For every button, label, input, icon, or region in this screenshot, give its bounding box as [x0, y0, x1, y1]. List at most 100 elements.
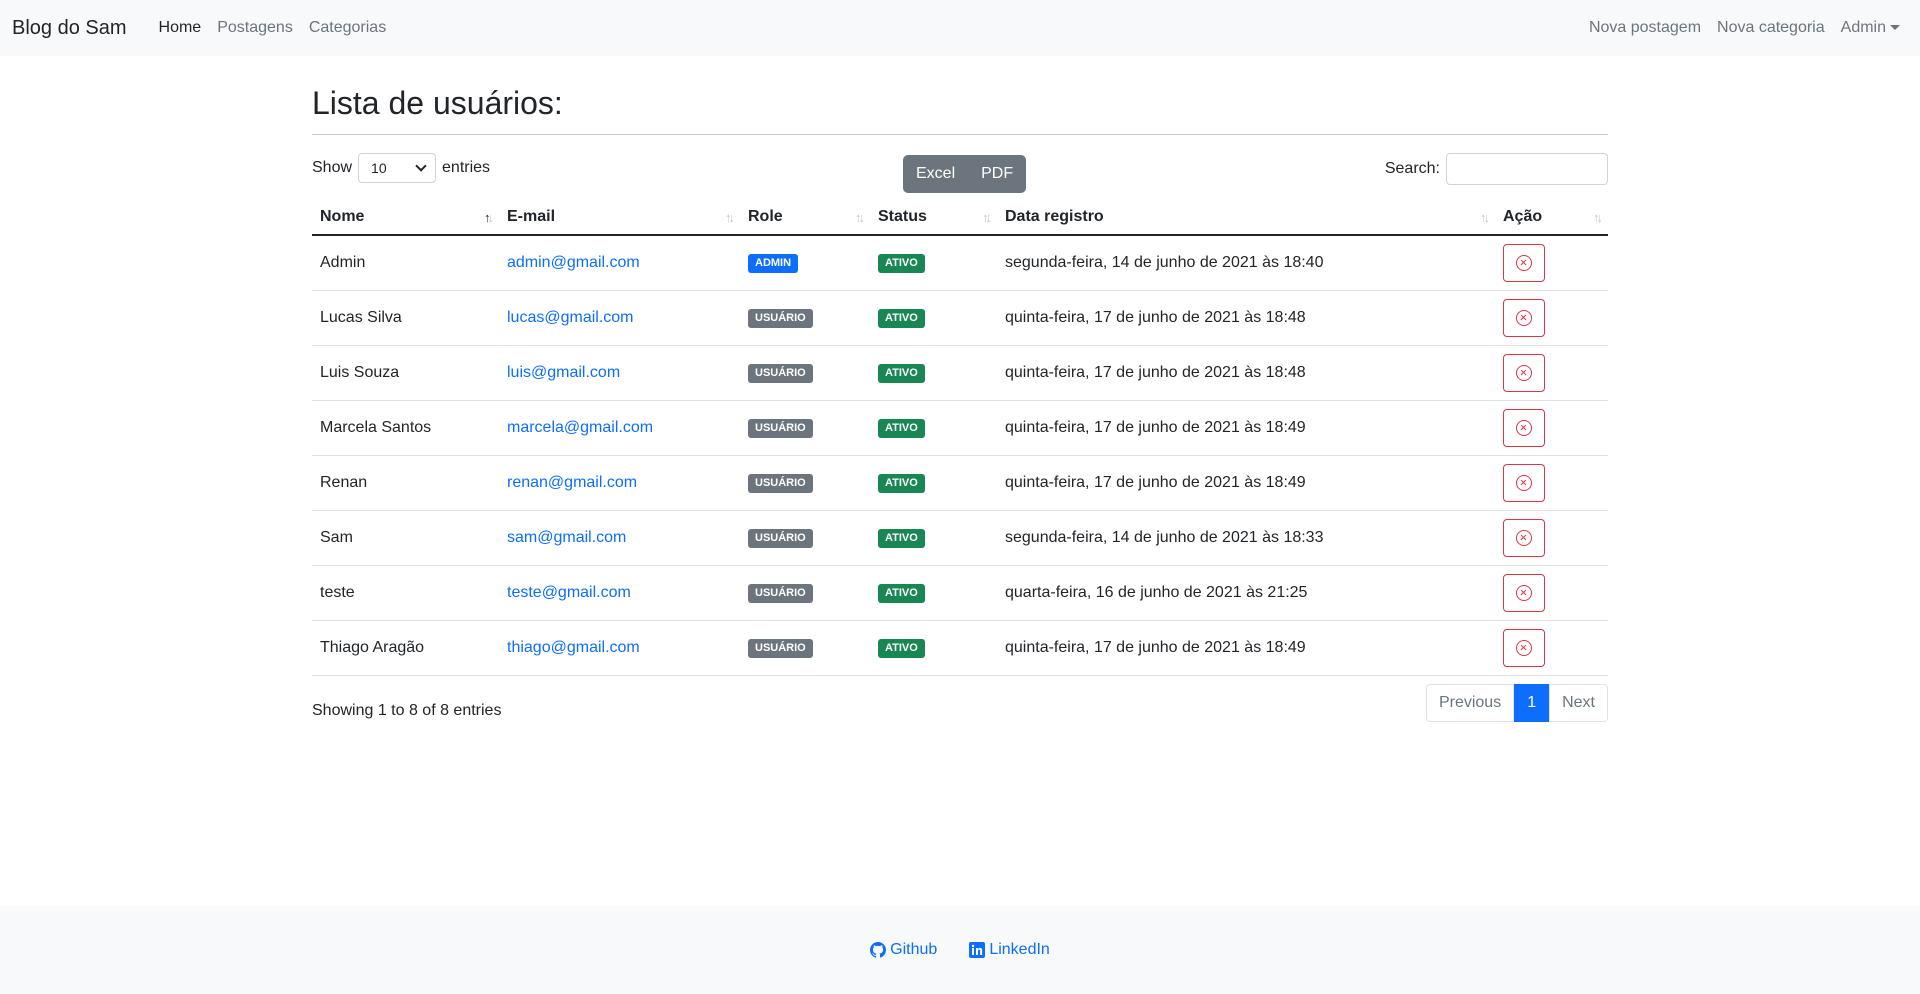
col-header-data[interactable]: Data registro ↑↓: [997, 199, 1495, 237]
previous-button[interactable]: Previous: [1425, 683, 1515, 722]
sort-icon: ↑↓: [982, 210, 992, 226]
admin-dropdown-label: Admin: [1840, 19, 1886, 36]
cell-email: marcela@gmail.com: [499, 400, 740, 456]
search-input[interactable]: [1446, 153, 1608, 186]
cell-role: USUÁRIO: [740, 455, 870, 511]
email-link[interactable]: marcela@gmail.com: [507, 419, 653, 436]
role-badge: USUÁRIO: [748, 473, 813, 493]
col-header-email[interactable]: E-mail ↑↓: [499, 199, 740, 237]
next-button[interactable]: Next: [1549, 683, 1608, 722]
col-header-role[interactable]: Role ↑↓: [740, 199, 870, 237]
delete-button[interactable]: [1503, 298, 1545, 337]
page-1-button[interactable]: 1: [1514, 683, 1550, 722]
linkedin-link[interactable]: LinkedIn: [969, 941, 1050, 959]
email-link[interactable]: luis@gmail.com: [507, 364, 620, 381]
cell-status: ATIVO: [870, 290, 997, 346]
nav-categorias[interactable]: Categorias: [301, 19, 394, 37]
cell-status: ATIVO: [870, 345, 997, 401]
cell-email: renan@gmail.com: [499, 455, 740, 511]
status-badge: ATIVO: [878, 473, 925, 493]
cell-acao: [1495, 565, 1608, 621]
cell-role: USUÁRIO: [740, 400, 870, 456]
role-badge: USUÁRIO: [748, 363, 813, 383]
delete-button[interactable]: [1503, 518, 1545, 557]
delete-button[interactable]: [1503, 463, 1545, 502]
table-footer: Showing 1 to 8 of 8 entries Previous 1 N…: [312, 676, 1608, 732]
table-header-row: Nome ↑↓ E-mail ↑↓ Role ↑↓ Status ↑↓ Data reg…: [312, 199, 1608, 237]
cell-nome: Admin: [312, 235, 499, 291]
x-circle-icon: [1516, 529, 1532, 546]
col-header-label: E-mail: [507, 207, 556, 225]
cell-acao: [1495, 510, 1608, 566]
brand-link[interactable]: Blog do Sam: [12, 17, 127, 40]
x-circle-icon: [1516, 584, 1532, 601]
cell-acao: [1495, 290, 1608, 346]
navbar: Blog do Sam Home Postagens Categorias No…: [0, 0, 1920, 56]
cell-data: quinta-feira, 17 de junho de 2021 às 18:…: [997, 620, 1495, 676]
nav-nova-postagem[interactable]: Nova postagem: [1581, 19, 1709, 37]
cell-role: USUÁRIO: [740, 510, 870, 566]
nav-postagens[interactable]: Postagens: [209, 19, 301, 37]
cell-status: ATIVO: [870, 620, 997, 676]
search: Search:: [1385, 153, 1608, 186]
github-link[interactable]: Github: [870, 941, 937, 959]
delete-button[interactable]: [1503, 244, 1545, 283]
cell-nome: Thiago Aragão: [312, 620, 499, 676]
delete-button[interactable]: [1503, 628, 1545, 667]
nav-right-links: Nova postagem Nova categoria Admin: [1581, 19, 1908, 37]
cell-data: quinta-feira, 17 de junho de 2021 às 18:…: [997, 345, 1495, 401]
table-row: teste teste@gmail.com USUÁRIO ATIVO quarta-f…: [312, 565, 1608, 621]
caret-down-icon: [1890, 25, 1900, 31]
cell-status: ATIVO: [870, 565, 997, 621]
cell-email: admin@gmail.com: [499, 235, 740, 291]
table-row: Lucas Silva lucas@gmail.com USUÁRIO ATIVO qu…: [312, 290, 1608, 346]
email-link[interactable]: admin@gmail.com: [507, 254, 640, 271]
cell-nome: Luis Souza: [312, 345, 499, 401]
delete-button[interactable]: [1503, 573, 1545, 612]
email-link[interactable]: renan@gmail.com: [507, 474, 637, 491]
x-circle-icon: [1516, 364, 1532, 381]
cell-email: luis@gmail.com: [499, 345, 740, 401]
col-header-label: Ação: [1503, 207, 1543, 225]
email-link[interactable]: sam@gmail.com: [507, 529, 626, 546]
status-badge: ATIVO: [878, 254, 925, 274]
cell-acao: [1495, 400, 1608, 456]
cell-acao: [1495, 455, 1608, 511]
pdf-button[interactable]: PDF: [968, 155, 1027, 194]
email-link[interactable]: lucas@gmail.com: [507, 309, 634, 326]
excel-button[interactable]: Excel: [903, 155, 969, 194]
cell-nome: Marcela Santos: [312, 400, 499, 456]
email-link[interactable]: thiago@gmail.com: [507, 639, 640, 656]
show-label: Show: [312, 159, 353, 177]
cell-data: segunda-feira, 14 de junho de 2021 às 18…: [997, 235, 1495, 291]
nav-nova-categoria[interactable]: Nova categoria: [1709, 19, 1833, 37]
entries-select[interactable]: 10: [358, 153, 437, 184]
github-link-label: Github: [890, 941, 938, 958]
admin-dropdown[interactable]: Admin: [1833, 19, 1908, 37]
linkedin-icon: [969, 942, 986, 958]
status-badge: ATIVO: [878, 583, 925, 603]
col-header-status[interactable]: Status ↑↓: [870, 199, 997, 237]
status-badge: ATIVO: [878, 308, 925, 328]
table-info: Showing 1 to 8 of 8 entries: [312, 701, 502, 719]
role-badge: ADMIN: [748, 254, 799, 274]
cell-status: ATIVO: [870, 510, 997, 566]
cell-nome: Sam: [312, 510, 499, 566]
sort-asc-icon: ↑↓: [484, 210, 494, 226]
cell-nome: Lucas Silva: [312, 290, 499, 346]
cell-data: quarta-feira, 16 de junho de 2021 às 21:…: [997, 565, 1495, 621]
nav-home[interactable]: Home: [151, 19, 210, 37]
site-footer: Github LinkedIn: [0, 906, 1920, 994]
status-badge: ATIVO: [878, 528, 925, 548]
delete-button[interactable]: [1503, 353, 1545, 392]
table-row: Marcela Santos marcela@gmail.com USUÁRIO AT…: [312, 400, 1608, 456]
page-title: Lista de usuários:: [312, 84, 1608, 136]
email-link[interactable]: teste@gmail.com: [507, 584, 631, 601]
cell-data: quinta-feira, 17 de junho de 2021 às 18:…: [997, 290, 1495, 346]
table-row: Luis Souza luis@gmail.com USUÁRIO ATIVO quin…: [312, 345, 1608, 401]
sort-icon: ↑↓: [725, 210, 735, 226]
col-header-acao[interactable]: Ação ↑↓: [1495, 199, 1608, 237]
delete-button[interactable]: [1503, 408, 1545, 447]
status-badge: ATIVO: [878, 363, 925, 383]
col-header-nome[interactable]: Nome ↑↓: [312, 199, 499, 237]
